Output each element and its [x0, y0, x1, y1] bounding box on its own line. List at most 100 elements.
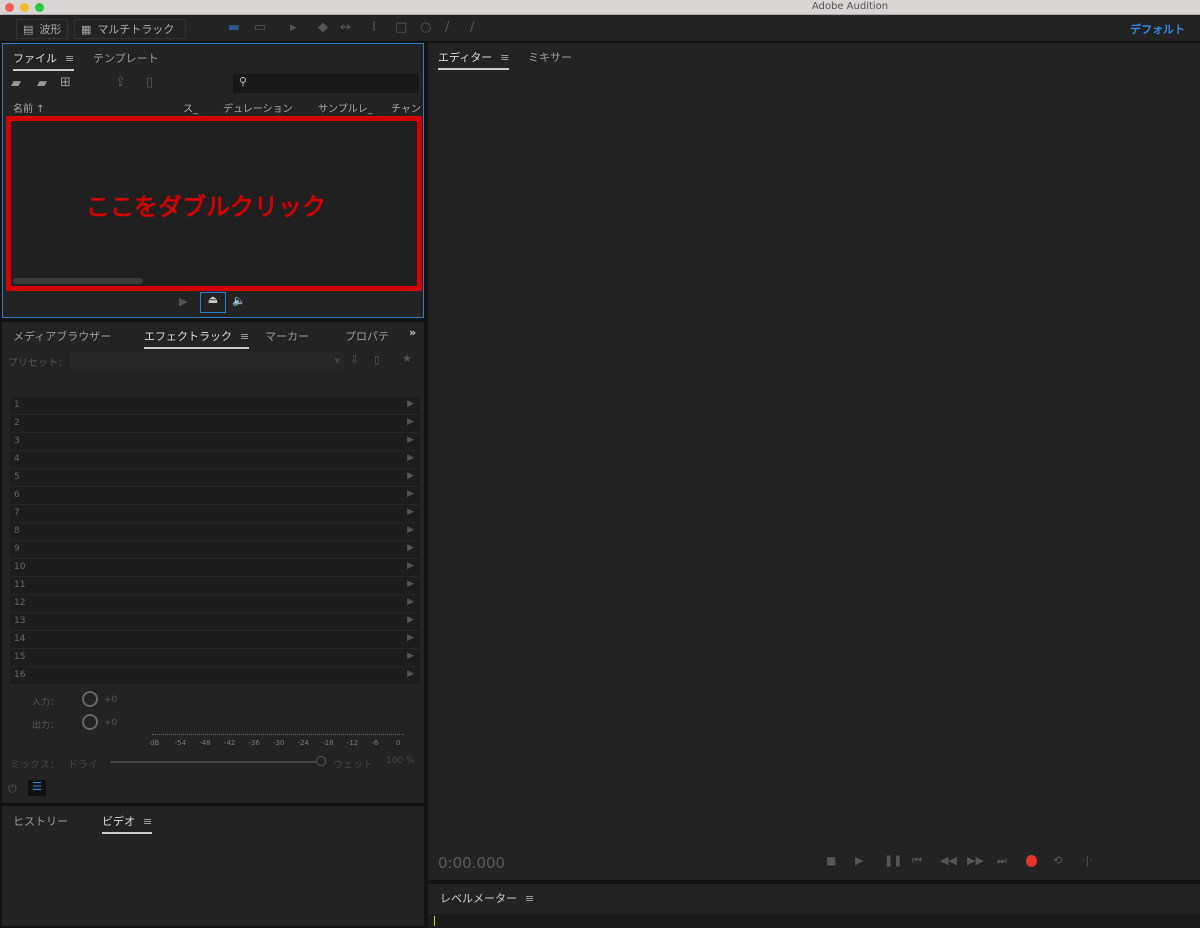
favorite-star-icon[interactable]: ★: [402, 352, 412, 365]
move-tool-icon[interactable]: ▸: [290, 20, 297, 35]
column-channels[interactable]: チャン: [391, 100, 421, 115]
slip-tool-icon[interactable]: ↔: [340, 20, 351, 35]
column-status[interactable]: ス_: [183, 100, 198, 115]
time-selection-icon[interactable]: I: [372, 20, 376, 35]
tab-templates[interactable]: テンプレート: [93, 50, 159, 66]
slot-arrow-icon[interactable]: ▶: [407, 633, 414, 643]
slot-arrow-icon[interactable]: ▶: [407, 489, 414, 499]
slot-number: 16: [14, 670, 26, 680]
go-to-end-icon[interactable]: ⏭: [997, 854, 1007, 868]
slot-arrow-icon[interactable]: ▶: [407, 507, 414, 517]
more-tabs-icon[interactable]: »: [409, 326, 416, 339]
slot-arrow-icon[interactable]: ▶: [407, 579, 414, 589]
list-view-icon[interactable]: ☰: [28, 780, 46, 796]
tab-history[interactable]: ヒストリー: [13, 813, 68, 829]
slot-number: 12: [14, 598, 26, 608]
tab-properties[interactable]: プロパテ: [345, 328, 389, 344]
mix-slider-handle[interactable]: [316, 756, 326, 766]
effect-slot[interactable]: 1 ▶: [10, 397, 420, 415]
play-icon[interactable]: ▶: [855, 854, 863, 867]
delete-preset-icon[interactable]: ▯: [374, 353, 380, 366]
effect-slot[interactable]: 5 ▶: [10, 469, 420, 487]
effects-rack-panel: メディアブラウザー エフェクトラック ≡ マーカー プロパテ » プリセット： ▾…: [2, 322, 424, 803]
menu-icon: ≡: [143, 815, 153, 828]
column-sample-rate[interactable]: サンプルレ_: [318, 100, 373, 115]
slot-arrow-icon[interactable]: ▶: [407, 471, 414, 481]
spectral-view-icon[interactable]: ▬: [228, 20, 240, 35]
pitch-view-icon[interactable]: ▭: [254, 20, 266, 35]
horizontal-scrollbar[interactable]: [13, 278, 143, 284]
new-file-icon[interactable]: ⊞: [60, 75, 71, 90]
effect-slot[interactable]: 12 ▶: [10, 595, 420, 613]
tab-media-browser[interactable]: メディアブラウザー: [13, 328, 111, 344]
output-gain-knob[interactable]: [82, 714, 98, 730]
save-preset-icon[interactable]: ⇩: [350, 353, 359, 366]
export-icon[interactable]: ⇪: [115, 75, 126, 90]
slot-arrow-icon[interactable]: ▶: [407, 525, 414, 535]
tab-effects-rack[interactable]: エフェクトラック ≡: [144, 328, 250, 349]
tab-mixer[interactable]: ミキサー: [528, 49, 572, 65]
loop-icon[interactable]: ⟲: [1053, 854, 1062, 867]
column-name[interactable]: 名前 ↑: [13, 100, 45, 115]
effect-slot[interactable]: 15 ▶: [10, 649, 420, 667]
fast-forward-icon[interactable]: ▶▶: [967, 854, 984, 867]
effect-slot[interactable]: 4 ▶: [10, 451, 420, 469]
slot-arrow-icon[interactable]: ▶: [407, 615, 414, 625]
slot-arrow-icon[interactable]: ▶: [407, 597, 414, 607]
level-meter-bar: [428, 914, 1200, 928]
marquee-tool-icon[interactable]: □: [395, 20, 407, 35]
razor-tool-icon[interactable]: ◆: [318, 20, 328, 35]
effect-slot[interactable]: 3 ▶: [10, 433, 420, 451]
tab-editor[interactable]: エディター ≡: [438, 49, 510, 70]
effect-slot[interactable]: 16 ▶: [10, 667, 420, 685]
waveform-button[interactable]: ▤ 波形: [16, 19, 69, 39]
file-list-area[interactable]: ここをダブルクリック: [6, 116, 422, 291]
preset-dropdown[interactable]: ▾: [70, 352, 344, 370]
slot-arrow-icon[interactable]: ▶: [407, 561, 414, 571]
slot-arrow-icon[interactable]: ▶: [407, 543, 414, 553]
go-to-start-icon[interactable]: ⏮: [912, 854, 922, 868]
tab-markers[interactable]: マーカー: [265, 328, 309, 344]
healing-tool-icon[interactable]: /: [470, 20, 474, 35]
slot-arrow-icon[interactable]: ▶: [407, 669, 414, 679]
slot-arrow-icon[interactable]: ▶: [407, 453, 414, 463]
effect-slot[interactable]: 14 ▶: [10, 631, 420, 649]
delete-icon[interactable]: ▯: [146, 75, 153, 90]
slot-arrow-icon[interactable]: ▶: [407, 417, 414, 427]
loop-icon[interactable]: ⏏: [200, 292, 226, 313]
open-folder-icon[interactable]: ▰: [11, 76, 21, 91]
workspace-default[interactable]: デフォルト: [1130, 21, 1185, 37]
brush-tool-icon[interactable]: /: [445, 20, 449, 35]
autoplay-speaker-icon[interactable]: 🔈: [232, 294, 246, 307]
skip-selection-icon[interactable]: ·|·: [1082, 854, 1093, 867]
scale-label: dB: [150, 739, 160, 747]
tab-video[interactable]: ビデオ ≡: [102, 813, 153, 834]
import-icon[interactable]: ▰: [37, 76, 47, 91]
search-input[interactable]: ⚲: [233, 74, 419, 93]
effect-slot[interactable]: 6 ▶: [10, 487, 420, 505]
effect-slot[interactable]: 9 ▶: [10, 541, 420, 559]
input-label: 入力：: [32, 698, 60, 708]
slot-arrow-icon[interactable]: ▶: [407, 399, 414, 409]
power-icon[interactable]: ⏻: [8, 782, 17, 796]
slot-arrow-icon[interactable]: ▶: [407, 435, 414, 445]
pause-icon[interactable]: ❚❚: [884, 854, 902, 867]
mix-slider[interactable]: [110, 761, 316, 763]
tab-files[interactable]: ファイル ≡: [13, 50, 75, 71]
lasso-tool-icon[interactable]: ○: [420, 20, 431, 35]
effect-slot[interactable]: 8 ▶: [10, 523, 420, 541]
effect-slot[interactable]: 10 ▶: [10, 559, 420, 577]
effect-slot[interactable]: 2 ▶: [10, 415, 420, 433]
effect-slot[interactable]: 13 ▶: [10, 613, 420, 631]
multitrack-button[interactable]: ▦ マルチトラック: [74, 19, 186, 39]
effect-slot[interactable]: 11 ▶: [10, 577, 420, 595]
slot-arrow-icon[interactable]: ▶: [407, 651, 414, 661]
input-gain-knob[interactable]: [82, 691, 98, 707]
play-icon[interactable]: ▶: [179, 295, 187, 308]
slot-number: 10: [14, 562, 26, 572]
column-duration[interactable]: デュレーション: [223, 100, 293, 115]
rewind-icon[interactable]: ◀◀: [940, 854, 957, 867]
effect-slot[interactable]: 7 ▶: [10, 505, 420, 523]
record-button[interactable]: [1026, 855, 1037, 867]
stop-icon[interactable]: ■: [826, 854, 836, 867]
